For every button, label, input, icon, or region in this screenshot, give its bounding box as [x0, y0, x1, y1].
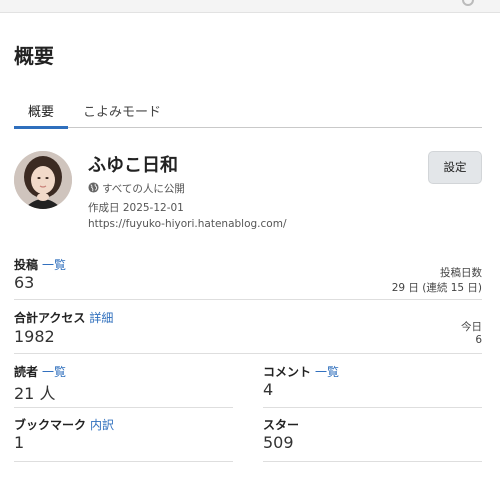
bookmarks-label: ブックマーク — [14, 418, 87, 432]
readers-label: 読者 — [14, 365, 39, 379]
settings-button[interactable]: 設定 — [428, 151, 482, 184]
tab-bar: 概要 こよみモード — [14, 98, 482, 129]
stars-label-group: スター — [263, 416, 299, 433]
tab-overview[interactable]: 概要 — [14, 98, 68, 129]
bookmarks-label-group: ブックマーク 内訳 — [14, 416, 114, 433]
comments-count: 4 — [263, 380, 274, 399]
post-days-label: 投稿日数 — [440, 267, 482, 279]
comments-list-link[interactable]: 一覧 — [315, 365, 339, 379]
readers-label-group: 読者 一覧 — [14, 363, 66, 380]
bookmarks-breakdown-link[interactable]: 内訳 — [90, 418, 114, 432]
visibility-status: すべての人に公開 — [88, 181, 185, 196]
divider — [263, 461, 482, 462]
posts-label-group: 投稿 一覧 — [14, 256, 66, 273]
today-value: 6 — [475, 334, 482, 346]
globe-icon — [88, 182, 99, 193]
divider — [14, 299, 482, 300]
divider — [14, 461, 233, 462]
visibility-text: すべての人に公開 — [102, 183, 185, 195]
posts-label: 投稿 — [14, 258, 39, 272]
blog-url[interactable]: https://fuyuko-hiyori.hatenablog.com/ — [88, 218, 286, 230]
avatar — [14, 151, 72, 209]
access-label-group: 合計アクセス 詳細 — [14, 309, 113, 326]
access-count: 1982 — [14, 327, 55, 346]
page-title: 概要 — [14, 44, 54, 68]
posts-count: 63 — [14, 273, 35, 292]
today-label: 今日 — [461, 321, 482, 333]
readers-list-link[interactable]: 一覧 — [42, 365, 66, 379]
readers-count: 21 人 — [14, 384, 56, 403]
stars-count: 509 — [263, 433, 294, 452]
comments-label: コメント — [263, 365, 312, 379]
created-date: 作成日 2025-12-01 — [88, 202, 184, 214]
menu-icon[interactable] — [462, 0, 474, 6]
tab-calendar-mode[interactable]: こよみモード — [83, 98, 161, 128]
access-detail-link[interactable]: 詳細 — [89, 311, 113, 325]
access-label: 合計アクセス — [14, 311, 86, 325]
comments-label-group: コメント 一覧 — [263, 363, 339, 380]
divider — [14, 353, 482, 354]
divider — [14, 407, 233, 408]
browser-top-bar — [0, 0, 500, 13]
blog-name: ふゆこ日和 — [88, 155, 178, 176]
stars-label: スター — [263, 418, 300, 432]
divider — [263, 407, 482, 408]
bookmarks-count: 1 — [14, 433, 25, 452]
posts-list-link[interactable]: 一覧 — [42, 258, 66, 272]
avatar-photo — [14, 151, 72, 209]
post-days-value: 29 日 (連続 15 日) — [391, 282, 482, 294]
